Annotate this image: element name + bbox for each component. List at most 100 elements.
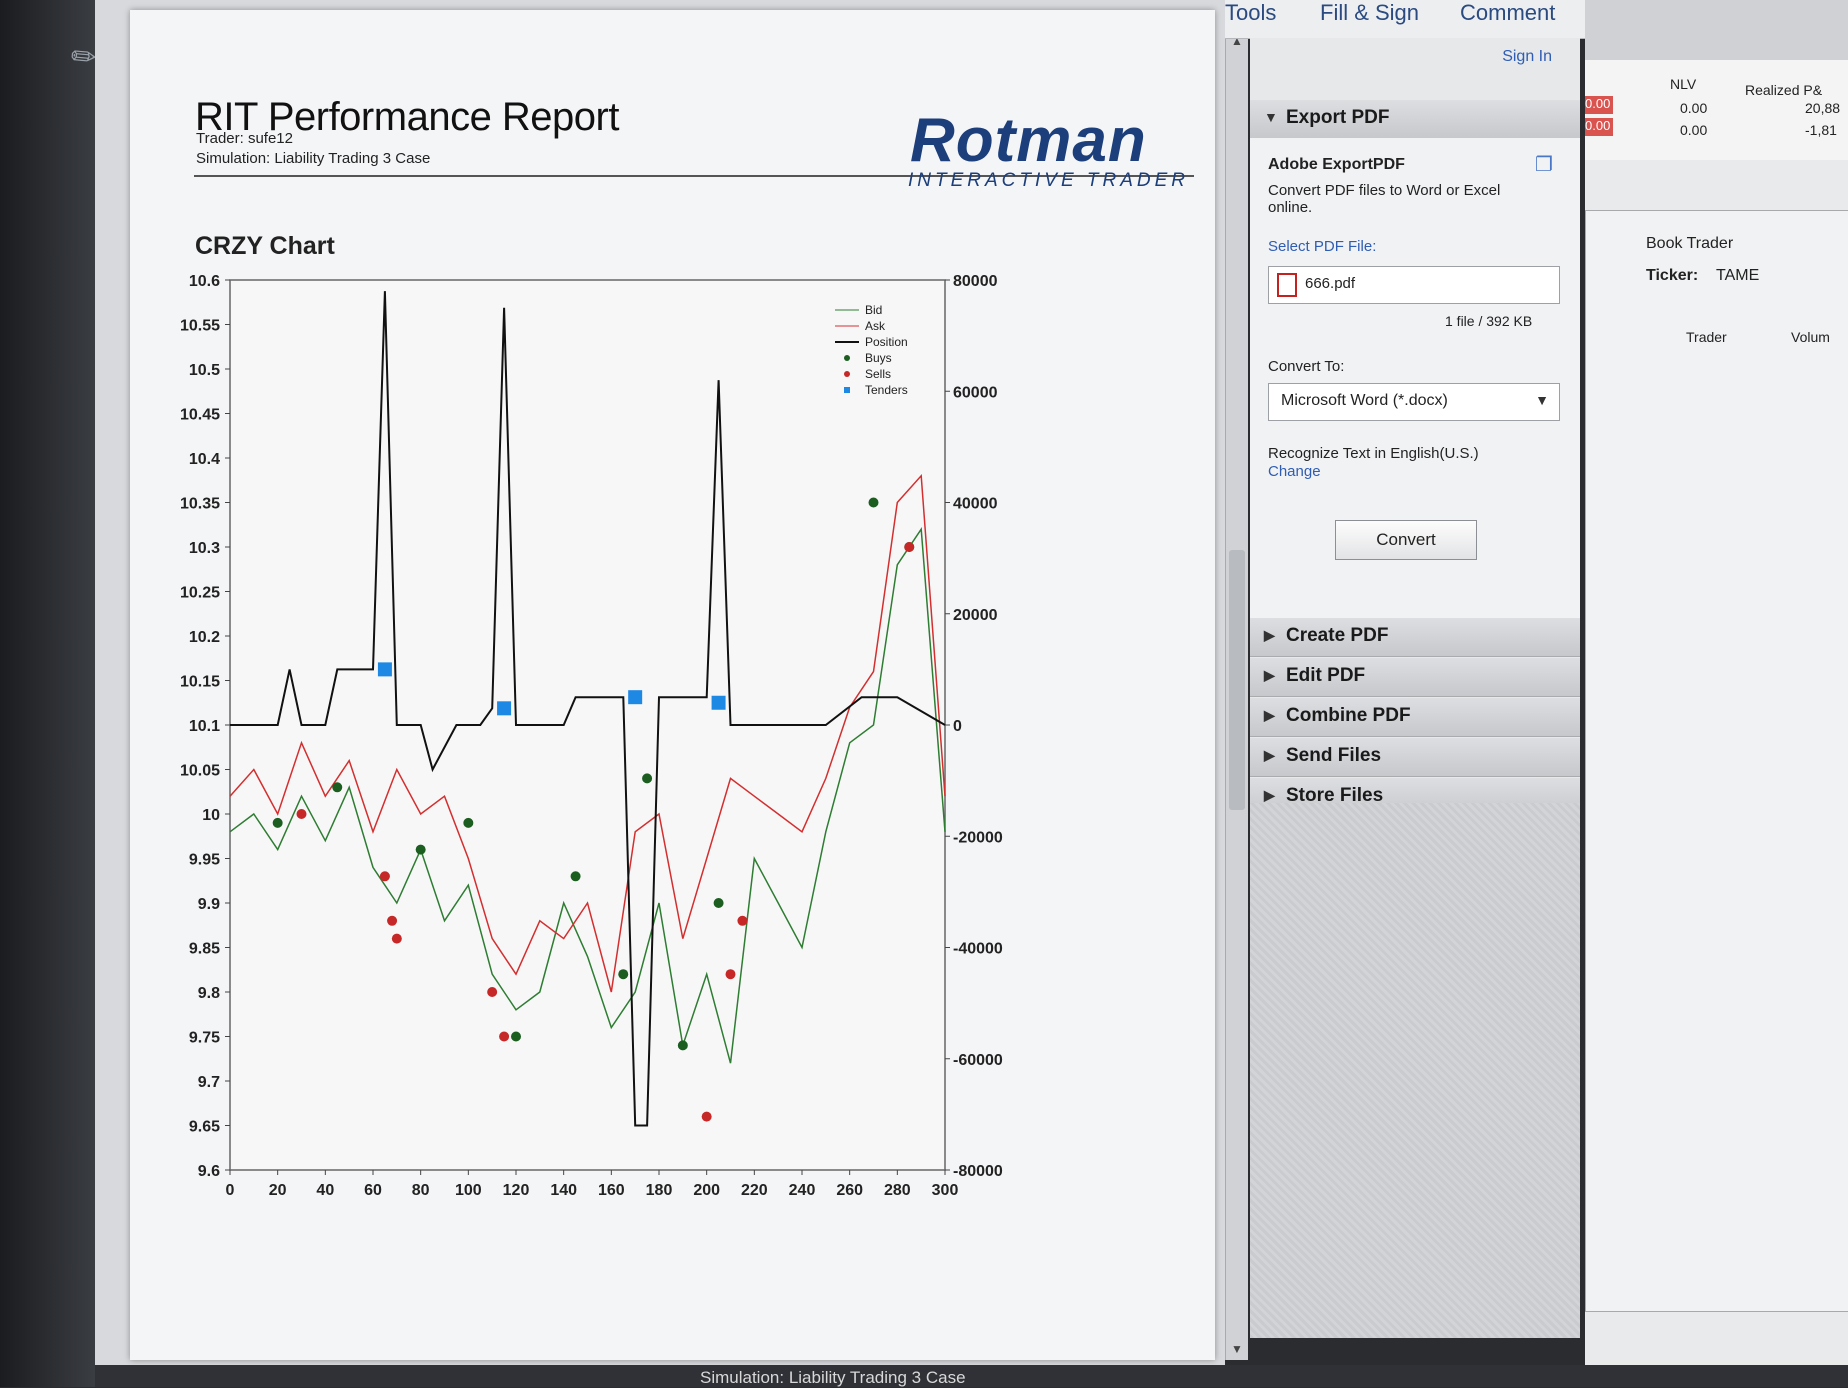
- y-left-tick-label: 10: [202, 807, 220, 824]
- expand-triangle-icon: ▶: [1264, 747, 1275, 763]
- buys-marker: [415, 844, 426, 855]
- pdf-page: RIT Performance Report Trader: sufe12 Si…: [130, 10, 1215, 1360]
- sells-marker: [387, 915, 398, 926]
- convert-button[interactable]: Convert: [1335, 520, 1477, 560]
- sign-in-link[interactable]: Sign In: [1502, 48, 1552, 66]
- export-description: Convert PDF files to Word or Excel onlin…: [1268, 182, 1501, 216]
- y-left-tick-label: 10.5: [189, 362, 220, 379]
- tender-marker: [711, 695, 726, 710]
- x-tick-label: 100: [455, 1182, 482, 1199]
- y-left-tick-label: 9.8: [198, 985, 220, 1002]
- convert-to-value: Microsoft Word (*.docx): [1281, 392, 1448, 409]
- red-cell: 0.00: [1585, 118, 1613, 136]
- x-tick-label: 80: [412, 1182, 430, 1199]
- x-tick-label: 20: [269, 1182, 287, 1199]
- document-viewer: RIT Performance Report Trader: sufe12 Si…: [95, 0, 1225, 1387]
- y-left-tick-label: 9.9: [198, 896, 220, 913]
- tender-marker: [497, 701, 512, 716]
- buys-marker: [463, 817, 474, 828]
- legend-label: Position: [865, 335, 908, 349]
- scroll-thumb[interactable]: [1229, 550, 1245, 810]
- comment-tab[interactable]: Comment: [1460, 0, 1555, 26]
- y-left-tick-label: 10.15: [180, 674, 220, 691]
- expand-triangle-icon: ▶: [1264, 787, 1275, 803]
- buys-marker: [868, 497, 879, 508]
- section-label: Edit PDF: [1286, 665, 1366, 686]
- ticker-value: TAME: [1716, 267, 1760, 284]
- export-pdf-header[interactable]: ▼ Export PDF: [1250, 100, 1580, 139]
- sells-marker: [904, 542, 915, 552]
- scroll-down-icon[interactable]: ▼: [1231, 1342, 1243, 1356]
- pdf-file-field[interactable]: 666.pdf: [1268, 266, 1560, 304]
- copy-icon[interactable]: ❐: [1535, 152, 1553, 177]
- y-left-tick-label: 9.85: [189, 941, 220, 958]
- sells-marker: [391, 933, 402, 944]
- x-tick-label: 200: [693, 1182, 720, 1199]
- buys-marker: [272, 817, 283, 828]
- sells-marker: [701, 1111, 712, 1122]
- sells-marker: [487, 987, 498, 997]
- tender-marker: [628, 690, 643, 705]
- buys-marker: [570, 871, 581, 882]
- y-right-tick-label: -60000: [953, 1052, 1003, 1069]
- y-right-tick-label: 80000: [953, 273, 998, 290]
- x-tick-label: 240: [789, 1182, 816, 1199]
- x-tick-label: 220: [741, 1182, 768, 1199]
- y-right-tick-label: 40000: [953, 496, 998, 513]
- send-files-header[interactable]: ▶ Send Files: [1250, 738, 1580, 777]
- section-label: Create PDF: [1286, 625, 1389, 646]
- y-right-tick-label: 20000: [953, 607, 998, 624]
- y-right-tick-label: -20000: [953, 829, 1003, 846]
- y-right-tick-label: -80000: [953, 1163, 1003, 1180]
- convert-to-label: Convert To:: [1268, 358, 1345, 375]
- file-info: 1 file / 392 KB: [1445, 313, 1533, 329]
- combine-pdf-header[interactable]: ▶ Combine PDF: [1250, 698, 1580, 737]
- y-left-tick-label: 10.4: [189, 451, 220, 468]
- legend-swatch: [844, 371, 850, 377]
- expand-triangle-icon: ▶: [1264, 627, 1275, 643]
- status-bar: [95, 1365, 1848, 1387]
- y-left-tick-label: 9.6: [198, 1163, 220, 1180]
- buys-marker: [713, 898, 724, 908]
- plot-area: [229, 279, 946, 1171]
- expand-triangle-icon: ▶: [1264, 707, 1275, 723]
- convert-to-select[interactable]: Microsoft Word (*.docx) ▼: [1268, 383, 1560, 421]
- y-left-tick-label: 10.1: [189, 718, 220, 735]
- x-tick-label: 140: [550, 1182, 577, 1199]
- y-right-tick-label: -40000: [953, 941, 1003, 958]
- collapse-triangle-icon: ▼: [1264, 109, 1278, 125]
- x-tick-label: 300: [932, 1182, 959, 1199]
- rit-client-window: NLV Realized P& 0.00 0.00 20,88 0.00 0.0…: [1585, 0, 1848, 1387]
- y-left-tick-label: 9.95: [189, 852, 220, 869]
- tools-panel: Sign In ▼ Export PDF Adobe ExportPDF ❐ C…: [1250, 38, 1580, 1338]
- sells-marker: [499, 1031, 510, 1042]
- y-left-tick-label: 10.6: [189, 273, 220, 290]
- x-tick-label: 60: [364, 1182, 382, 1199]
- create-pdf-header[interactable]: ▶ Create PDF: [1250, 618, 1580, 657]
- edit-pdf-header[interactable]: ▶ Edit PDF: [1250, 658, 1580, 697]
- y-left-tick-label: 10.05: [180, 763, 220, 780]
- change-link[interactable]: Change: [1268, 463, 1321, 480]
- nlv-value: 0.00: [1680, 122, 1708, 138]
- x-tick-label: 120: [503, 1182, 530, 1199]
- sells-marker: [296, 809, 307, 819]
- realized-value: 20,88: [1805, 100, 1841, 116]
- panel-empty-area: [1250, 803, 1580, 1338]
- y-left-tick-label: 10.3: [189, 540, 220, 557]
- tender-marker: [377, 662, 392, 677]
- y-right-tick-label: 60000: [953, 384, 998, 401]
- document-scrollbar[interactable]: ▲ ▼: [1225, 30, 1248, 1360]
- book-trader-window: Book Trader Ticker: TAME Trader Volum: [1585, 210, 1848, 1312]
- crzy-chart: 10.6 10.55 10.5 10.45 10.4 10.35 10.3 10.25 10.2…: [180, 273, 1003, 1199]
- status-simulation-text: Simulation: Liability Trading 3 Case: [700, 1368, 966, 1387]
- volume-column-header: Volum: [1791, 329, 1830, 345]
- realized-value: -1,81: [1805, 122, 1837, 138]
- y-left-tick-label: 10.2: [189, 629, 220, 646]
- x-tick-label: 180: [646, 1182, 673, 1199]
- x-tick-label: 260: [836, 1182, 863, 1199]
- select-file-label: Select PDF File:: [1268, 238, 1377, 255]
- fill-sign-tab[interactable]: Fill & Sign: [1320, 0, 1419, 26]
- recognize-text-label: Recognize Text in English(U.S.): [1268, 445, 1479, 462]
- tools-tab[interactable]: Tools: [1225, 0, 1276, 26]
- y-left-tick-label: 10.35: [180, 496, 220, 513]
